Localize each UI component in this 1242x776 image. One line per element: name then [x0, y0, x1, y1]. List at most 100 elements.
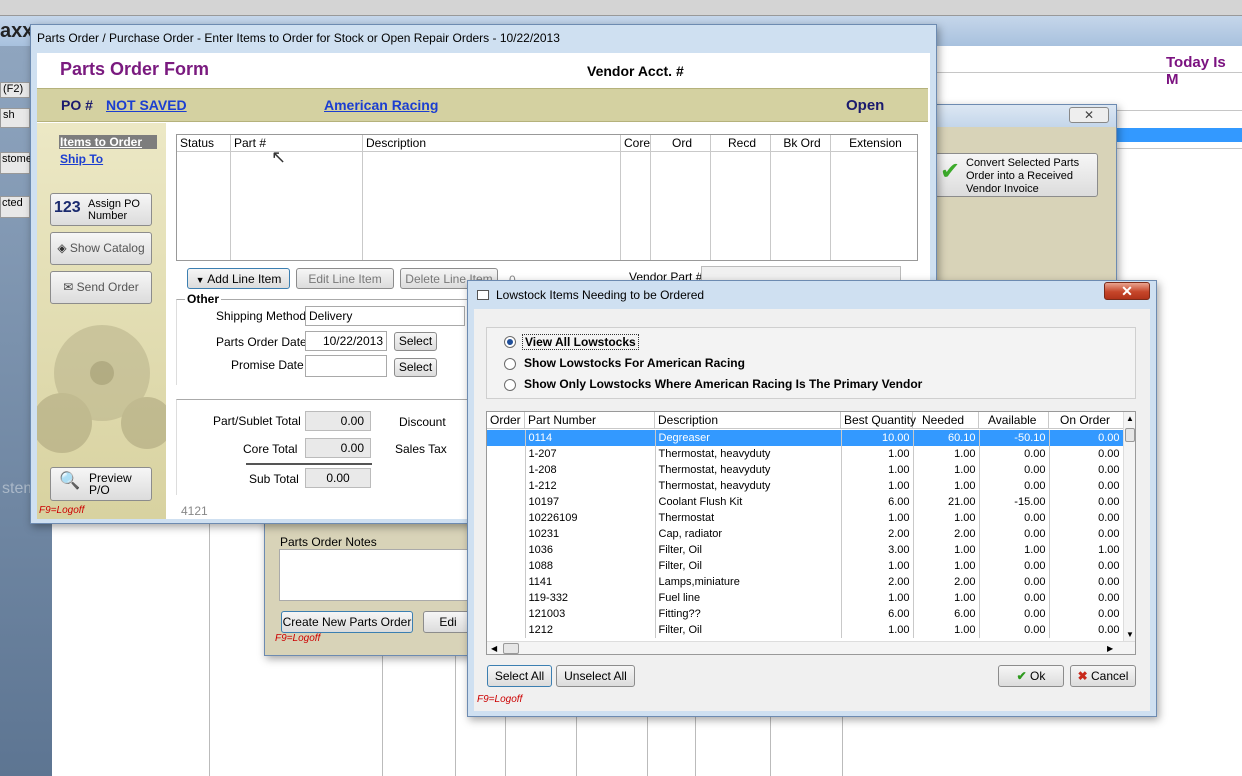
part-number-cell: 1-207	[525, 446, 656, 462]
scroll-right-icon[interactable]: ▶	[1107, 642, 1113, 654]
table-row[interactable]: 1141 Lamps,miniature 2.00 2.00 0.00 0.00	[487, 574, 1124, 590]
rear-logoff-hint: F9=Logoff	[275, 633, 321, 644]
create-new-parts-order-button[interactable]: Create New Parts Order	[281, 611, 413, 633]
table-row[interactable]: 10231 Cap, radiator 2.00 2.00 0.00 0.00	[487, 526, 1124, 542]
assign-po-button[interactable]: 123 Assign PO Number	[50, 193, 152, 226]
cancel-x-icon: ✖	[1077, 669, 1088, 683]
convert-invoice-button[interactable]: ✔ Convert Selected Parts Order into a Re…	[935, 153, 1098, 197]
preview-po-button[interactable]: 🔍 Preview P/O	[50, 467, 152, 501]
scroll-left-icon[interactable]: ◀	[491, 642, 497, 654]
book-icon: ◈	[57, 241, 67, 255]
sub-total-label: Sub Total	[249, 472, 299, 486]
edit-line-item-button[interactable]: Edit Line Item	[296, 268, 394, 289]
table-row[interactable]: 10226109 Thermostat 1.00 1.00 0.00 0.00	[487, 510, 1124, 526]
description-cell: Fuel line	[655, 590, 842, 606]
order-cell	[487, 446, 526, 462]
bg-grid-col	[647, 714, 648, 776]
shipping-method-input[interactable]: Delivery	[305, 306, 465, 326]
on-order-cell: 0.00	[1049, 526, 1124, 542]
cancel-label: Cancel	[1091, 669, 1129, 683]
table-row[interactable]: 1-207 Thermostat, heavyduty 1.00 1.00 0.00 0.…	[487, 446, 1124, 462]
send-order-button[interactable]: ✉ Send Order	[50, 271, 152, 304]
po-value-link[interactable]: NOT SAVED	[106, 97, 187, 113]
dialog-close-button[interactable]: ✕	[1104, 282, 1150, 300]
table-row[interactable]: 1212 Filter, Oil 1.00 1.00 0.00 0.00	[487, 622, 1124, 638]
nav-ship-to[interactable]: Ship To	[60, 152, 103, 166]
sidebar-item[interactable]: stome	[0, 152, 32, 174]
nav-items-to-order[interactable]: Items to Order	[59, 135, 157, 149]
scroll-up-icon[interactable]: ▲	[1124, 412, 1135, 426]
option-view-all[interactable]: View All Lowstocks	[522, 334, 639, 350]
col-part-number: Part Number	[525, 412, 655, 428]
order-cell	[487, 590, 526, 606]
parts-order-notes-input[interactable]	[279, 549, 479, 601]
rear-close-button[interactable]: ✕	[1069, 107, 1109, 123]
best-quantity-cell: 1.00	[841, 478, 914, 494]
col-best-quantity: Best Quantity	[841, 412, 916, 428]
col-ord: Ord	[651, 135, 711, 151]
available-cell: 0.00	[979, 478, 1050, 494]
needed-cell: 2.00	[913, 574, 980, 590]
cancel-button[interactable]: ✖ Cancel	[1070, 665, 1136, 687]
bg-grid-col	[695, 714, 696, 776]
available-cell: 0.00	[979, 446, 1050, 462]
radio-american-racing[interactable]	[504, 358, 516, 370]
magnifier-icon: 🔍	[59, 471, 81, 490]
available-cell: 0.00	[979, 622, 1050, 638]
best-quantity-cell: 1.00	[841, 590, 914, 606]
parts-order-date-input[interactable]: 10/22/2013	[305, 331, 387, 351]
parts-order-notes-label: Parts Order Notes	[280, 535, 377, 549]
radio-primary-vendor[interactable]	[504, 379, 516, 391]
option-primary-vendor[interactable]: Show Only Lowstocks Where American Racin…	[524, 377, 922, 391]
table-row[interactable]: 121003 Fitting?? 6.00 6.00 0.00 0.00	[487, 606, 1124, 622]
promise-date-select-button[interactable]: Select	[394, 358, 437, 377]
select-all-button[interactable]: Select All	[487, 665, 552, 687]
bg-grid-col	[455, 650, 456, 776]
scroll-down-icon[interactable]: ▼	[1124, 628, 1135, 642]
col-bk-ord: Bk Ord	[771, 135, 831, 151]
col-needed: Needed	[913, 412, 979, 428]
table-row[interactable]: 10197 Coolant Flush Kit 6.00 21.00 -15.00 0.0…	[487, 494, 1124, 510]
sidebar-item[interactable]: (F2)	[0, 82, 30, 98]
col-status: Status	[177, 135, 231, 151]
show-catalog-button[interactable]: ◈ Show Catalog	[50, 232, 152, 265]
add-line-item-button[interactable]: ▼ Add Line Item	[187, 268, 290, 289]
sidebar-item[interactable]: cted	[0, 196, 30, 218]
bg-grid-line	[1110, 148, 1242, 149]
on-order-cell: 0.00	[1049, 446, 1124, 462]
unselect-all-button[interactable]: Unselect All	[556, 665, 635, 687]
bg-grid-line	[1110, 110, 1242, 111]
col-order: Order	[487, 412, 525, 428]
order-cell	[487, 542, 526, 558]
option-american-racing[interactable]: Show Lowstocks For American Racing	[524, 356, 745, 370]
horizontal-scrollbar[interactable]: ◀ ▶	[487, 641, 1135, 654]
sidebar-item[interactable]: sh	[0, 108, 30, 128]
table-row[interactable]: 0114 Degreaser 10.00 60.10 -50.10 0.00	[487, 430, 1124, 446]
needed-cell: 1.00	[913, 542, 980, 558]
items-grid[interactable]: Status Part # Description Core Ord Recd …	[176, 134, 918, 261]
grid-col-line	[230, 151, 231, 260]
table-row[interactable]: 1036 Filter, Oil 3.00 1.00 1.00 1.00	[487, 542, 1124, 558]
order-cell	[487, 622, 526, 638]
vendor-name-link[interactable]: American Racing	[324, 97, 438, 113]
part-sublet-total-label: Part/Sublet Total	[213, 414, 301, 428]
part-number-cell: 121003	[525, 606, 656, 622]
ok-button[interactable]: ✔ Ok	[998, 665, 1064, 687]
grid-col-line	[830, 151, 831, 260]
promise-date-input[interactable]	[305, 355, 387, 377]
table-row[interactable]: 1-212 Thermostat, heavyduty 1.00 1.00 0.00 0.…	[487, 478, 1124, 494]
available-cell: 0.00	[979, 590, 1050, 606]
hscroll-thumb[interactable]	[503, 643, 519, 654]
needed-cell: 60.10	[913, 430, 980, 446]
table-row[interactable]: 119-332 Fuel line 1.00 1.00 0.00 0.00	[487, 590, 1124, 606]
table-row[interactable]: 1088 Filter, Oil 1.00 1.00 0.00 0.00	[487, 558, 1124, 574]
radio-view-all[interactable]	[504, 336, 516, 348]
best-quantity-cell: 1.00	[841, 558, 914, 574]
edit-button[interactable]: Edi	[423, 611, 473, 633]
col-recd: Recd	[711, 135, 771, 151]
vertical-scrollbar[interactable]: ▲ ▼	[1123, 412, 1135, 642]
lowstock-grid[interactable]: Order Part Number Description Best Quant…	[486, 411, 1136, 655]
order-date-select-button[interactable]: Select	[394, 332, 437, 351]
scroll-thumb[interactable]	[1125, 428, 1135, 442]
table-row[interactable]: 1-208 Thermostat, heavyduty 1.00 1.00 0.00 0.…	[487, 462, 1124, 478]
